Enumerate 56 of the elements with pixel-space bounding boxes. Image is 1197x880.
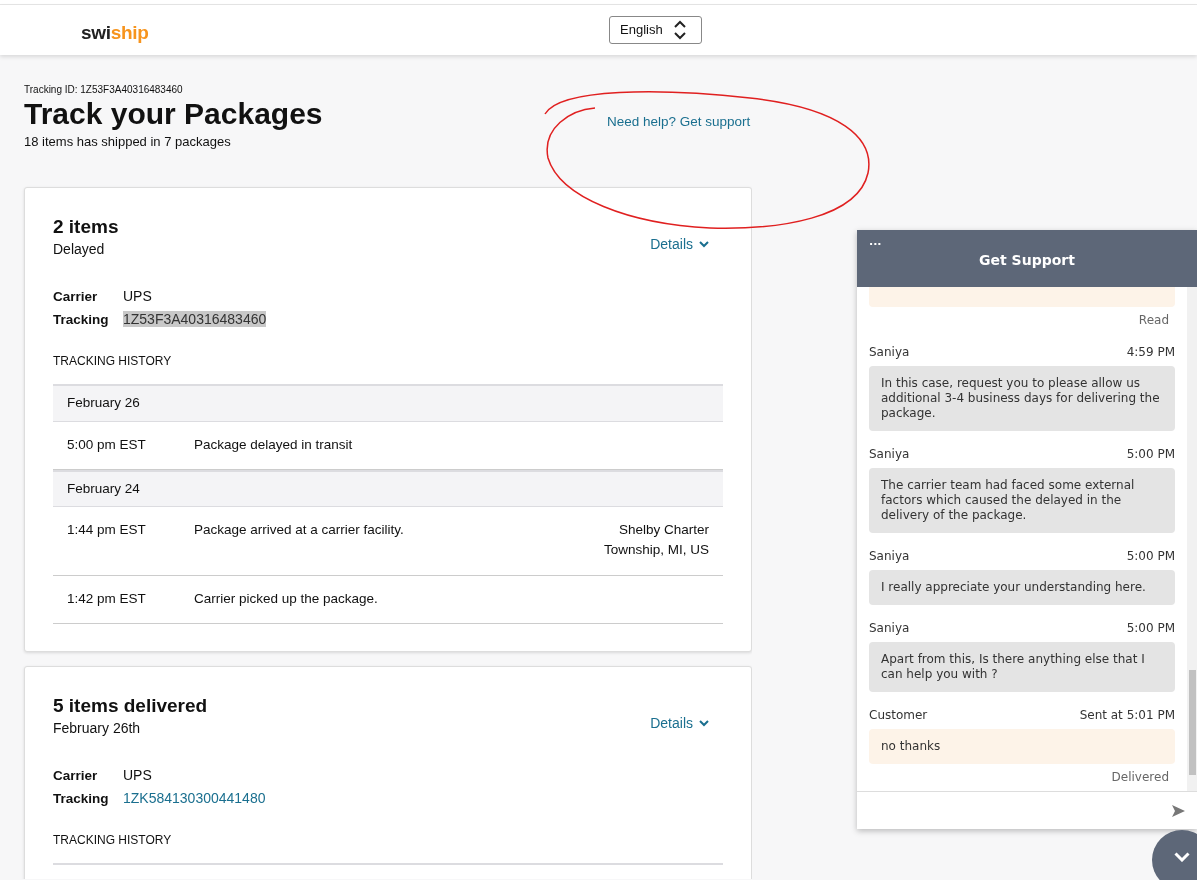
message-status: Delivered bbox=[1110, 769, 1170, 786]
send-icon[interactable] bbox=[1172, 804, 1185, 817]
sort-icon bbox=[673, 20, 687, 40]
tracking-id: Tracking ID: 1Z53F3A40316483460 bbox=[24, 83, 184, 97]
sender-name: Saniya bbox=[869, 446, 910, 463]
date-row: February 26 bbox=[53, 384, 723, 422]
details-toggle[interactable]: Details bbox=[650, 230, 709, 260]
field-label: Carrier bbox=[53, 287, 99, 306]
event-time: 1:44 pm EST bbox=[67, 521, 147, 540]
section-heading: TRACKING HISTORY bbox=[53, 353, 173, 371]
language-select[interactable]: English bbox=[609, 16, 702, 44]
chevron-down-icon bbox=[699, 241, 709, 249]
carrier-value: UPS bbox=[123, 287, 152, 304]
message-time: Sent at 5:01 PM bbox=[1079, 707, 1175, 724]
package-status: Delayed bbox=[53, 239, 106, 259]
message-status: Read bbox=[1137, 312, 1170, 329]
message-time: 5:00 PM bbox=[1126, 620, 1175, 637]
package-title: 2 items bbox=[53, 216, 119, 239]
message-bubble: I really appreciate your understanding here. bbox=[869, 570, 1175, 605]
sender-name: Customer bbox=[869, 707, 928, 724]
date-row: February 24 bbox=[53, 469, 723, 508]
field-label: Tracking bbox=[53, 789, 110, 808]
tracking-number: 1Z53F3A40316483460 bbox=[123, 311, 267, 328]
sender-name: Saniya bbox=[869, 344, 910, 361]
event-description: Package delayed in transit bbox=[194, 435, 354, 454]
package-title: 5 items delivered bbox=[53, 694, 208, 718]
message-time: 5:00 PM bbox=[1126, 548, 1175, 565]
menu-icon[interactable]: ... bbox=[869, 234, 882, 251]
message-time: 4:59 PM bbox=[1126, 344, 1175, 361]
event-description: Carrier picked up the package. bbox=[194, 589, 379, 608]
logo: swiship bbox=[81, 21, 149, 45]
field-label: Tracking bbox=[53, 311, 110, 330]
page-title: Track your Packages bbox=[24, 97, 323, 132]
message-bubble: no thanks bbox=[869, 729, 1175, 764]
tracking-link[interactable]: 1ZK584130300441480 bbox=[123, 789, 266, 806]
scrollbar[interactable] bbox=[1187, 287, 1197, 791]
chevron-down-icon bbox=[1174, 852, 1190, 862]
shipment-summary: 18 items has shipped in 7 packages bbox=[24, 132, 232, 151]
message-bubble: In this case, request you to please allow us additional 3-4 business days for delivering the package. bbox=[869, 366, 1175, 431]
details-toggle[interactable]: Details bbox=[650, 708, 709, 739]
message-bubble: Apart from this, Is there anything else that I can help you with ? bbox=[869, 642, 1175, 692]
carrier-value: UPS bbox=[123, 766, 152, 783]
event-location: Shelby Charter Township, MI, US bbox=[602, 521, 709, 560]
package-status: February 26th bbox=[53, 718, 142, 738]
field-label: Carrier bbox=[53, 766, 99, 785]
message-bubble: The carrier team had faced some external factors which caused the delayed in the delivery of the package. bbox=[869, 468, 1175, 533]
chat-title: Get Support bbox=[978, 251, 1076, 270]
sender-name: Saniya bbox=[869, 548, 910, 565]
event-time: 1:42 pm EST bbox=[67, 589, 147, 608]
chevron-down-icon bbox=[699, 720, 709, 728]
support-link[interactable]: Need help? Get support bbox=[607, 112, 751, 133]
section-heading: TRACKING HISTORY bbox=[53, 832, 173, 850]
sender-name: Saniya bbox=[869, 620, 910, 637]
message-time: 5:00 PM bbox=[1126, 446, 1175, 463]
event-time: 5:00 pm EST bbox=[67, 435, 147, 454]
event-description: Package arrived at a carrier facility. bbox=[194, 521, 405, 540]
